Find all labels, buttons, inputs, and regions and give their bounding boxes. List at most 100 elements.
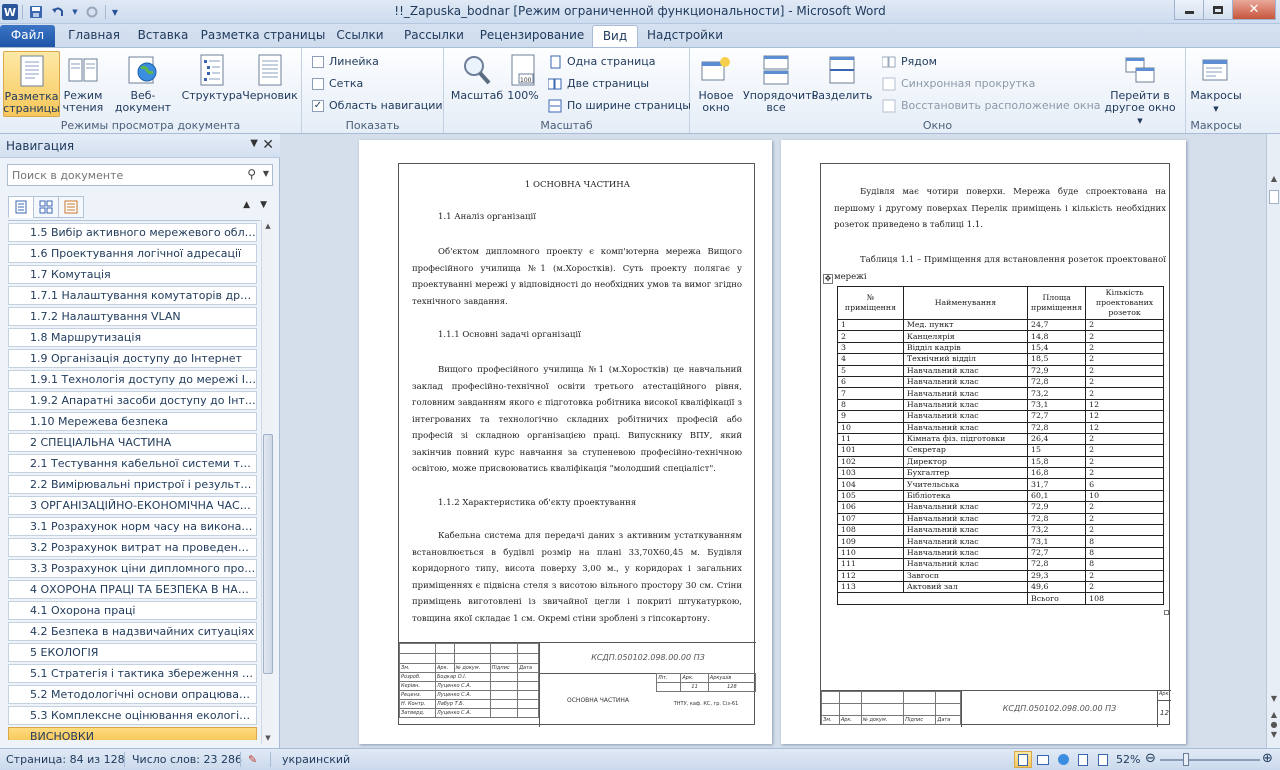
customize-qat-icon[interactable]: ▼ — [110, 3, 120, 21]
tab-mailings[interactable]: Рассылки — [396, 25, 472, 47]
nav-pane-checkbox[interactable]: ✓ Область навигации — [312, 96, 443, 115]
nav-heading-item[interactable]: 5.1 Стратегія і тактика збереження й ро.… — [8, 664, 257, 683]
previous-page-icon[interactable]: ▲ — [1267, 710, 1280, 719]
nav-heading-item[interactable]: 1.6 Проектування логічної адресації — [8, 244, 257, 263]
undo-icon[interactable] — [49, 3, 67, 21]
navigation-scroll-thumb[interactable] — [263, 434, 273, 674]
ruler-checkbox-box[interactable] — [312, 55, 324, 68]
tab-file[interactable]: Файл — [0, 25, 55, 47]
nav-heading-item[interactable]: 3.1 Розрахунок норм часу на виконання... — [8, 517, 257, 536]
reading-view-button[interactable] — [1034, 751, 1052, 768]
print-layout-view-button[interactable] — [1014, 751, 1032, 768]
outline-button[interactable]: Структура — [182, 51, 242, 117]
save-icon[interactable] — [27, 3, 45, 21]
search-options-chevron-icon[interactable]: ▼ — [263, 169, 269, 178]
table-move-handle-icon[interactable]: ✥ — [823, 274, 833, 284]
table-resize-handle[interactable] — [1164, 610, 1169, 615]
nav-heading-item[interactable]: ВИСНОВКИ — [8, 727, 257, 740]
language-status[interactable]: украинский — [282, 753, 350, 766]
zoom-100-button[interactable]: 100 100% — [506, 51, 540, 117]
scroll-up-icon[interactable]: ▲ — [1267, 174, 1280, 183]
tab-references[interactable]: Ссылки — [332, 25, 388, 47]
reset-window-position-button[interactable]: Восстановить расположение окна — [882, 96, 1101, 115]
print-layout-button[interactable]: Разметка страницы — [3, 51, 60, 117]
draft-button[interactable]: Черновик — [242, 51, 298, 117]
nav-heading-item[interactable]: 1.7.1 Налаштування комутаторів другог... — [8, 286, 257, 305]
navigation-search-input[interactable] — [8, 165, 238, 185]
word-count-status[interactable]: Число слов: 23 286 — [132, 753, 242, 766]
scroll-down-icon[interactable]: ▼ — [1267, 694, 1280, 703]
document-scroll-thumb[interactable] — [1269, 190, 1279, 204]
switch-windows-button[interactable]: Перейти в другое окно ▼ — [1098, 51, 1182, 125]
ruler-checkbox[interactable]: Линейка — [312, 52, 379, 71]
nav-heading-item[interactable]: 3.2 Розрахунок витрат на проведення д... — [8, 538, 257, 557]
zoom-out-icon[interactable]: ⊖ — [1145, 751, 1156, 766]
tab-headings-view[interactable] — [8, 196, 34, 218]
nav-heading-item[interactable]: 5.3 Комплексне оцінювання екологічно... — [8, 706, 257, 725]
zoom-slider-thumb[interactable] — [1183, 753, 1189, 766]
tab-review[interactable]: Рецензирование — [478, 25, 586, 47]
nav-heading-item[interactable]: 3.3 Розрахунок ціни дипломного проек... — [8, 559, 257, 578]
word-app-icon[interactable]: W — [2, 4, 18, 20]
page-count-status[interactable]: Страница: 84 из 128 — [6, 753, 125, 766]
arrange-all-button[interactable]: Упорядочить все — [740, 51, 818, 117]
nav-heading-item[interactable]: 4.2 Безпека в надзвичайних ситуаціях — [8, 622, 257, 641]
macros-button[interactable]: Макросы ▼ — [1188, 51, 1244, 117]
nav-heading-item[interactable]: 1.9.2 Апаратні засоби доступу до Інтерне… — [8, 391, 257, 410]
nav-heading-item[interactable]: 1.7 Комутація — [8, 265, 257, 284]
nav-heading-item[interactable]: 2 СПЕЦІАЛЬНА ЧАСТИНА — [8, 433, 257, 452]
next-page-icon[interactable]: ▼ — [1267, 730, 1280, 739]
nav-heading-item[interactable]: 2.1 Тестування кабельної системи телек..… — [8, 454, 257, 473]
tab-addins[interactable]: Надстройки — [644, 25, 726, 47]
nav-heading-item[interactable]: 4.1 Охорона праці — [8, 601, 257, 620]
nav-heading-item[interactable]: 2.2 Вимірювальні пристрої і результати .… — [8, 475, 257, 494]
browse-object-icon[interactable]: ● — [1267, 720, 1280, 729]
nav-heading-item[interactable]: 5.2 Методологічні основи опрацювання... — [8, 685, 257, 704]
nav-heading-item[interactable]: 1.9 Організація доступу до Інтернет — [8, 349, 257, 368]
scroll-up-icon[interactable]: ▲ — [262, 220, 274, 232]
chevron-down-icon[interactable]: ▼ — [250, 138, 258, 149]
proofing-errors-icon[interactable]: ✎ — [248, 753, 257, 766]
nav-heading-item[interactable]: 4 ОХОРОНА ПРАЦІ ТА БЕЗПЕКА В НАДЗВ... — [8, 580, 257, 599]
tab-page-layout[interactable]: Разметка страницы — [200, 25, 326, 47]
sync-scroll-button[interactable]: Синхронная прокрутка — [882, 74, 1035, 93]
minimize-button[interactable] — [1174, 0, 1204, 20]
nav-heading-item[interactable]: 1.8 Маршрутизація — [8, 328, 257, 347]
zoom-button[interactable]: Масштаб — [448, 51, 506, 117]
gridlines-checkbox[interactable]: Сетка — [312, 74, 363, 93]
next-heading-icon[interactable]: ▼ — [260, 200, 267, 210]
new-window-button[interactable]: Новое окно — [694, 51, 738, 117]
draft-view-button[interactable] — [1094, 751, 1112, 768]
document-page-right[interactable]: Будівля має чотири поверхи. Мережа буде … — [781, 140, 1186, 744]
web-layout-button[interactable]: Веб-документ — [104, 51, 182, 117]
maximize-button[interactable] — [1203, 0, 1233, 20]
close-icon[interactable]: ✕ — [262, 137, 274, 153]
tab-results-view[interactable] — [58, 196, 84, 218]
undo-dropdown-icon[interactable]: ▼ — [71, 3, 79, 21]
tab-view[interactable]: Вид — [592, 25, 638, 48]
document-vertical-scrollbar[interactable]: ▲ ▼ ▲ ● ▼ — [1266, 134, 1280, 748]
nav-heading-item[interactable]: 1.7.2 Налаштування VLAN — [8, 307, 257, 326]
view-side-by-side-button[interactable]: Рядом — [882, 52, 937, 71]
nav-heading-item[interactable]: 1.9.1 Технологія доступу до мережі Інте.… — [8, 370, 257, 389]
nav-heading-item[interactable]: 1.5 Вибір активного мережевого облад... — [8, 223, 257, 242]
full-screen-reading-button[interactable]: Режим чтения — [62, 51, 104, 117]
document-page-left[interactable]: 1 ОСНОВНА ЧАСТИНА 1.1 Аналіз організації… — [359, 140, 772, 744]
tab-pages-view[interactable] — [33, 196, 59, 218]
zoom-in-icon[interactable]: ⊕ — [1262, 751, 1273, 766]
page-width-button[interactable]: По ширине страницы — [548, 96, 691, 115]
nav-heading-item[interactable]: 3 ОРГАНІЗАЦІЙНО-ЕКОНОМІЧНА ЧАСТИ... — [8, 496, 257, 515]
web-layout-view-button[interactable] — [1054, 751, 1072, 768]
scroll-down-icon[interactable]: ▼ — [262, 732, 274, 744]
close-button[interactable]: ✕ — [1232, 0, 1276, 20]
tab-insert[interactable]: Вставка — [132, 25, 194, 47]
nav-heading-item[interactable]: 1.10 Мережева безпека — [8, 412, 257, 431]
one-page-button[interactable]: Одна страница — [548, 52, 655, 71]
navigation-scrollbar[interactable]: ▲ ▼ — [261, 220, 273, 744]
two-pages-button[interactable]: Две страницы — [548, 74, 649, 93]
gridlines-checkbox-box[interactable] — [312, 77, 324, 90]
redo-icon[interactable] — [83, 3, 101, 21]
search-icon[interactable]: ⚲ — [247, 167, 256, 181]
tab-home[interactable]: Главная — [62, 25, 126, 47]
zoom-level[interactable]: 52% — [1116, 753, 1140, 766]
